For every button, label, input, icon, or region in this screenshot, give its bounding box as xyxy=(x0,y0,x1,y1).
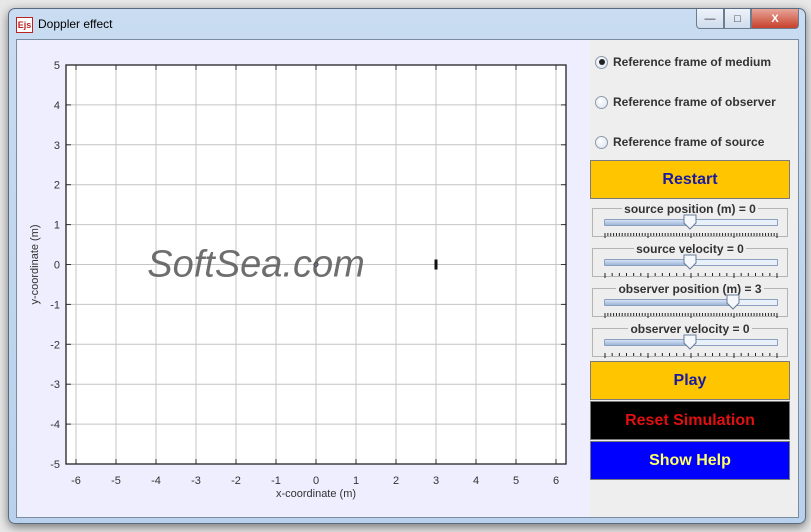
slider-thumb[interactable] xyxy=(683,254,697,270)
radio-button[interactable] xyxy=(595,135,608,149)
reset-simulation-button[interactable]: Reset Simulation xyxy=(590,401,790,440)
slider-label: observer position (m) = 3 xyxy=(616,282,764,296)
slider-fill xyxy=(605,260,691,265)
x-tick-label: 5 xyxy=(513,475,519,487)
x-tick-label: 0 xyxy=(313,475,319,487)
app-window: Ejs Doppler effect — □ X -6 -5 -4 -3 -2 -1 0 1 2… xyxy=(8,8,806,524)
restart-button[interactable]: Restart xyxy=(590,160,790,199)
observer-velocity-slider[interactable]: observer velocity = 0 xyxy=(592,322,788,358)
observer-marker xyxy=(434,259,438,270)
slider-thumb[interactable] xyxy=(683,334,697,350)
x-tick-label: -1 xyxy=(271,475,281,487)
radio-button[interactable] xyxy=(595,95,608,109)
x-tick-label: 4 xyxy=(473,475,479,487)
plot-panel: -6 -5 -4 -3 -2 -1 0 1 2 3 4 5 6 5 4 3 2 1 0 -1 -2 -3 -4 -5 x-coo… xyxy=(17,40,588,517)
radio-frame-source[interactable]: Reference frame of source xyxy=(595,135,764,149)
control-panel: Reference frame of medium Reference fram… xyxy=(590,40,798,517)
x-tick-label: 1 xyxy=(353,475,359,487)
y-tick-label: -3 xyxy=(50,379,60,391)
show-help-button[interactable]: Show Help xyxy=(590,441,790,480)
window-controls: — □ X xyxy=(696,9,799,29)
slider-track[interactable] xyxy=(604,299,778,306)
source-velocity-slider[interactable]: source velocity = 0 xyxy=(592,242,788,278)
close-button[interactable]: X xyxy=(751,9,799,29)
y-tick-label: -4 xyxy=(50,419,60,431)
window-title: Doppler effect xyxy=(38,17,113,31)
slider-thumb[interactable] xyxy=(683,214,697,230)
y-axis-label: y-coordinate (m) xyxy=(29,224,41,304)
watermark-text: SoftSea.com xyxy=(147,244,365,286)
maximize-icon: □ xyxy=(734,12,741,25)
x-tick-label: -5 xyxy=(111,475,121,487)
x-tick-label: -3 xyxy=(191,475,201,487)
source-position-slider[interactable]: source position (m) = 0 xyxy=(592,202,788,238)
y-tick-label: -1 xyxy=(50,299,60,311)
x-tick-label: 3 xyxy=(433,475,439,487)
y-tick-label: 0 xyxy=(54,260,60,272)
ejs-app-icon: Ejs xyxy=(16,17,33,33)
x-tick-label: -2 xyxy=(231,475,241,487)
radio-frame-medium[interactable]: Reference frame of medium xyxy=(595,55,771,69)
y-tick-label: 1 xyxy=(54,220,60,232)
y-tick-label: 4 xyxy=(54,100,60,112)
y-tick-label: 5 xyxy=(54,60,60,72)
x-axis-label: x-coordinate (m) xyxy=(276,488,356,500)
slider-thumb[interactable] xyxy=(726,294,740,310)
minimize-button[interactable]: — xyxy=(696,9,724,29)
radio-frame-observer[interactable]: Reference frame of observer xyxy=(595,95,776,109)
y-tick-label: -5 xyxy=(50,459,60,471)
slider-fill xyxy=(605,220,691,225)
y-tick-label: 3 xyxy=(54,140,60,152)
slider-ticks xyxy=(604,233,778,238)
radio-label: Reference frame of observer xyxy=(613,95,776,109)
radio-label: Reference frame of medium xyxy=(613,55,772,69)
close-icon: X xyxy=(771,12,779,25)
observer-position-slider[interactable]: observer position (m) = 3 xyxy=(592,282,788,318)
x-tick-label: 2 xyxy=(393,475,399,487)
client-area: -6 -5 -4 -3 -2 -1 0 1 2 3 4 5 6 5 4 3 2 1 0 -1 -2 -3 -4 -5 x-coo… xyxy=(16,39,799,518)
radio-button[interactable] xyxy=(595,55,608,69)
slider-fill xyxy=(605,300,734,305)
x-tick-label: -4 xyxy=(151,475,161,487)
y-tick-label: 2 xyxy=(54,180,60,192)
play-button[interactable]: Play xyxy=(590,361,790,400)
y-tick-label: -2 xyxy=(50,339,60,351)
maximize-button[interactable]: □ xyxy=(724,9,751,29)
minimize-icon: — xyxy=(704,12,716,25)
doppler-plot[interactable]: -6 -5 -4 -3 -2 -1 0 1 2 3 4 5 6 5 4 3 2 1 0 -1 -2 -3 -4 -5 x-coo… xyxy=(17,40,588,517)
x-tick-label: 6 xyxy=(553,475,559,487)
slider-ticks xyxy=(604,273,778,278)
x-tick-label: -6 xyxy=(71,475,81,487)
slider-fill xyxy=(605,340,691,345)
slider-ticks xyxy=(604,313,778,318)
title-bar[interactable]: Ejs Doppler effect — □ X xyxy=(9,9,805,39)
radio-label: Reference frame of source xyxy=(613,135,765,149)
slider-ticks xyxy=(604,353,778,358)
